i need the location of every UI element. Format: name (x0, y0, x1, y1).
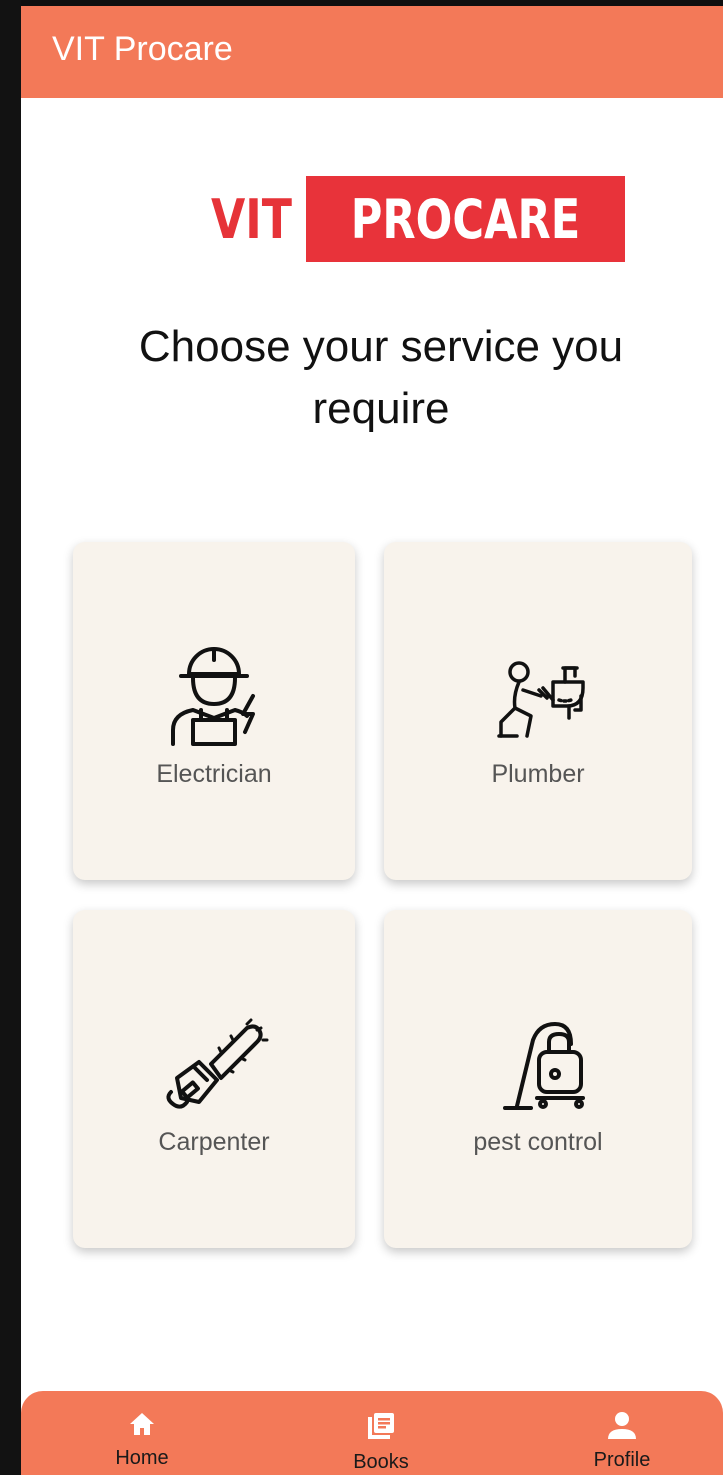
service-grid: Electrician Plumber Carpenter pest contr… (51, 526, 701, 1261)
device-edge (0, 0, 21, 1475)
logo-text-vit: VIT (211, 187, 292, 251)
service-card-pest-control[interactable]: pest control (384, 910, 692, 1248)
nav-item-books[interactable]: Books (321, 1411, 441, 1474)
home-icon (130, 1413, 154, 1435)
bottom-navigation: Home Books Profile (21, 1391, 723, 1475)
nav-item-home[interactable]: Home (82, 1411, 202, 1470)
electrician-icon (171, 647, 255, 746)
service-label: Electrician (156, 760, 272, 788)
app-bar: VIT Procare (21, 6, 723, 98)
brand-logo: VIT PROCARE (211, 176, 625, 262)
plumber-icon (497, 661, 585, 738)
service-label: Carpenter (158, 1128, 270, 1156)
vacuum-icon (503, 1022, 585, 1110)
service-card-carpenter[interactable]: Carpenter (73, 910, 355, 1248)
app-title: VIT Procare (52, 30, 233, 68)
service-card-plumber[interactable]: Plumber (384, 542, 692, 880)
service-label: Plumber (491, 760, 585, 788)
app-screen: VIT Procare VIT PROCARE Choose your serv… (21, 6, 723, 1475)
profile-icon (608, 1412, 636, 1439)
nav-label-profile: Profile (593, 1449, 651, 1471)
service-label: pest control (473, 1128, 603, 1156)
logo-text-procare: PROCARE (305, 176, 625, 262)
chainsaw-icon (166, 1018, 269, 1109)
nav-label-books: Books (353, 1451, 409, 1473)
nav-label-home: Home (115, 1447, 169, 1469)
page-headline: Choose your service you require (138, 322, 624, 433)
books-icon (368, 1413, 394, 1439)
nav-item-profile[interactable]: Profile (562, 1411, 682, 1472)
service-card-electrician[interactable]: Electrician (73, 542, 355, 880)
